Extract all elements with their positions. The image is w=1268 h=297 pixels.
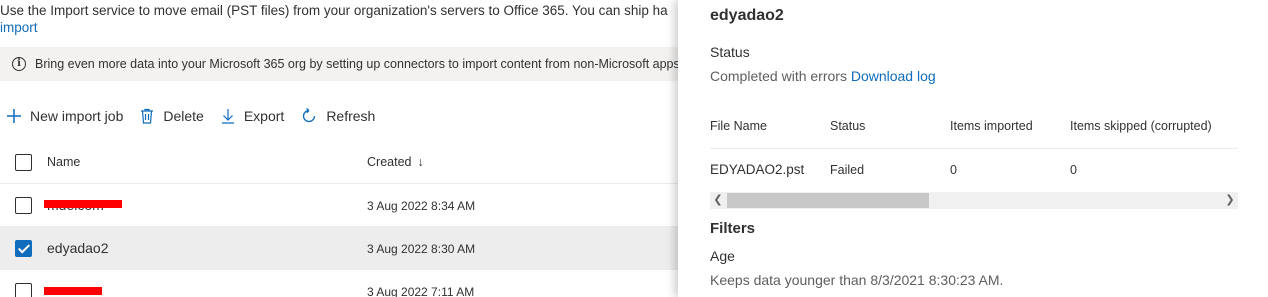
redaction-bar [44,200,122,208]
info-icon: i [12,57,26,71]
redaction-bar [44,287,102,295]
job-name: edyadao2 [47,240,109,256]
delete-button[interactable]: Delete [139,108,204,124]
info-banner-text: Bring even more data into your Microsoft… [35,57,678,71]
row-checkbox[interactable] [15,240,32,257]
age-label: Age [710,248,735,264]
filters-heading: Filters [710,220,756,237]
table-row[interactable]: edyadao2 3 Aug 2022 8:30 AM [0,227,678,270]
items-skipped: 0 [1070,163,1077,177]
scroll-left-icon[interactable]: ❮ [710,193,726,208]
import-link[interactable]: import [0,20,38,35]
file-table-row: EDYADAO2.pst Failed 0 0 [710,149,1238,189]
new-import-job-button[interactable]: New import job [6,108,123,124]
job-details-panel: edyadao2 Status Completed with errors Do… [678,0,1268,297]
age-value: Keeps data younger than 8/3/2021 8:30:23… [710,272,1004,288]
job-created: 3 Aug 2022 8:34 AM [367,199,476,213]
file-table-header: File Name Status Items imported Items sk… [710,106,1238,149]
info-banner: i Bring even more data into your Microso… [0,47,678,81]
intro-text: Use the Import service to move email (PS… [0,3,668,18]
table-row[interactable]: 3 Aug 2022 7:11 AM [0,270,678,297]
status-value: Completed with errors [710,68,847,84]
column-header-created[interactable]: Created ↓ [367,155,424,169]
toolbar: New import job Delete Export Refresh [0,104,391,128]
sort-descending-icon: ↓ [417,155,424,169]
column-header-created-label: Created [367,155,412,169]
delete-label: Delete [163,108,204,124]
column-header-items-imported: Items imported [950,119,1033,133]
refresh-label: Refresh [326,108,376,124]
column-header-file-name: File Name [710,119,767,133]
export-label: Export [243,108,285,124]
scroll-right-icon[interactable]: ❯ [1222,193,1238,208]
items-imported: 0 [950,163,957,177]
import-jobs-table: Name Created ↓ muelcom 3 Aug 2022 8:34 AM… [0,141,678,297]
trash-icon [141,108,154,124]
download-log-link[interactable]: Download log [851,68,936,84]
column-header-items-skipped: Items skipped (corrupted) [1070,119,1212,133]
scrollbar-thumb[interactable] [727,193,929,208]
export-button[interactable]: Export [220,108,284,124]
job-created: 3 Aug 2022 7:11 AM [367,285,475,297]
import-page: Use the Import service to move email (PS… [0,0,678,297]
table-header-row: Name Created ↓ [0,141,678,184]
file-status: Failed [830,163,865,177]
column-header-status: Status [830,119,866,133]
panel-title: edyadao2 [710,7,784,24]
column-header-name[interactable]: Name [47,155,80,169]
refresh-icon [303,107,316,123]
select-all-checkbox[interactable] [15,154,32,171]
file-details-table: File Name Status Items imported Items sk… [710,106,1238,189]
job-created: 3 Aug 2022 8:30 AM [367,242,476,256]
download-icon [221,109,234,124]
file-name: EDYADAO2.pst [710,162,805,177]
refresh-button[interactable]: Refresh [300,107,375,125]
row-checkbox[interactable] [15,197,32,214]
horizontal-scrollbar[interactable]: ❮ ❯ [710,192,1238,209]
new-import-job-label: New import job [30,108,124,124]
app-root: Use the Import service to move email (PS… [0,0,1268,297]
table-row[interactable]: muelcom 3 Aug 2022 8:34 AM [0,184,678,227]
status-label: Status [710,44,750,60]
plus-icon [7,109,21,123]
status-value-line: Completed with errors Download log [710,68,936,84]
row-checkbox[interactable] [15,283,32,297]
